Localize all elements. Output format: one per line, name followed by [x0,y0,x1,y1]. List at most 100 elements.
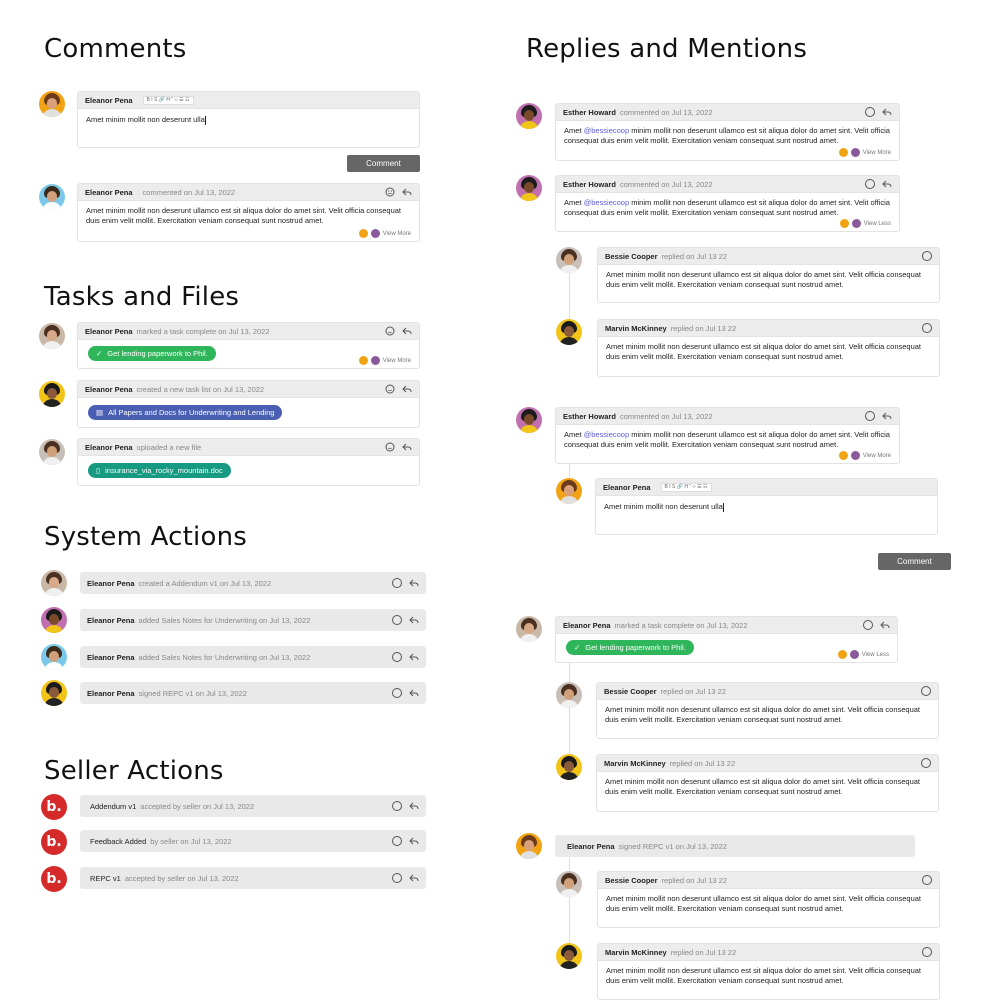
avatar [556,247,582,273]
editor-text[interactable]: Amet minim mollit non deserunt ulla [86,115,205,124]
emoji-icon[interactable] [392,873,402,883]
avatar [556,754,582,780]
view-more-link[interactable]: View More [383,231,411,237]
emoji-icon[interactable] [863,620,873,630]
editor-text[interactable]: Amet minim mollit non deserunt ulla [604,502,723,511]
comment-button[interactable]: Comment [347,155,420,172]
reply-meta: replied on Jul 13 22 [669,758,736,768]
reply-icon[interactable] [409,615,419,625]
body-text: Amet [564,430,584,439]
emoji-icon[interactable] [392,836,402,846]
emoji-icon[interactable] [922,251,932,261]
task-list-card: Eleanor Pena created a new task list on J… [77,380,420,428]
comment-card: Esther Howard commented on Jul 13, 2022 A… [555,103,900,161]
view-less-link[interactable]: View Less [864,221,891,227]
author-name: Eleanor Pena [85,384,133,394]
comment-card: Esther Howard commented on Jul 13, 2022 A… [555,175,900,232]
emoji-icon[interactable] [392,615,402,625]
avatar [516,103,542,129]
author-name: Esther Howard [563,107,616,117]
mention-link[interactable]: @bessiecoop [584,198,630,207]
reply-card: Bessie Cooper replied on Jul 13 22 Amet m… [597,247,940,303]
author-name: Eleanor Pena [85,187,133,197]
avatar [39,323,65,349]
emoji-icon[interactable] [385,326,395,336]
reply-icon[interactable] [402,326,412,336]
reply-icon[interactable] [409,873,419,883]
emoji-icon[interactable] [392,578,402,588]
reply-icon[interactable] [402,442,412,452]
reply-icon[interactable] [409,578,419,588]
author-name: Eleanor Pena [85,326,133,336]
reply-meta: replied on Jul 13 22 [661,251,727,261]
mention-link[interactable]: @bessiecoop [584,430,630,439]
actor-name: Eleanor Pena [567,841,615,851]
view-more-link[interactable]: View More [863,453,891,459]
view-more-link[interactable]: View More [863,150,891,156]
system-action-row: Eleanor Pena added Sales Notes for Underw… [80,609,426,631]
comment-button[interactable]: Comment [878,553,951,570]
reply-icon[interactable] [880,620,890,630]
reply-icon[interactable] [409,652,419,662]
emoji-icon[interactable] [385,187,395,197]
view-less-link[interactable]: View Less [862,652,889,658]
reply-card: Bessie Cooper replied on Jul 13 22 Amet m… [597,871,940,928]
reply-icon[interactable] [402,384,412,394]
section-title-comments: Comments [44,34,187,64]
reply-icon[interactable] [882,411,892,421]
reply-editor[interactable]: Eleanor Pena B I S 🔗 H ” ‹› ☰ ☷ Amet mini… [595,478,938,535]
comment-meta: commented on Jul 13, 2022 [619,107,713,117]
file-label: insurance_via_rocky_mountain.doc [105,466,223,475]
emoji-icon[interactable] [865,107,875,117]
action-meta: added Sales Notes for Underwriting on Ju… [138,652,311,662]
reply-icon[interactable] [409,836,419,846]
emoji-icon[interactable] [921,686,931,696]
file-icon: ▯ [96,466,101,475]
editor-toolbar[interactable]: B I S 🔗 H ” ‹› ☰ ☷ [142,95,194,105]
comment-meta: commented on Jul 13, 2022 [142,187,236,197]
emoji-icon[interactable] [865,179,875,189]
emoji-icon[interactable] [392,652,402,662]
reply-meta: replied on Jul 13 22 [670,947,737,957]
emoji-icon[interactable] [922,323,932,333]
avatar [556,478,582,504]
reply-icon[interactable] [402,187,412,197]
system-action-row: Eleanor Pena created a Addendum v1 on Jul… [80,572,426,594]
emoji-icon[interactable] [392,801,402,811]
task-complete-pill[interactable]: ✓ Get lending paperwork to Phil. [88,346,216,361]
task-list-pill[interactable]: ▤ All Papers and Docs for Underwriting an… [88,405,283,420]
emoji-icon[interactable] [922,875,932,885]
comment-editor[interactable]: Eleanor Pena B I S 🔗 H ” ‹› ☰ ☷ Amet mini… [77,91,420,148]
author-name: Marvin McKinney [605,323,667,333]
task-label: Get lending paperwork to Phil. [107,349,208,358]
reply-icon[interactable] [409,688,419,698]
reply-icon[interactable] [882,107,892,117]
emoji-icon[interactable] [392,688,402,698]
section-title-system: System Actions [44,522,247,552]
avatar [556,871,582,897]
task-complete-pill[interactable]: ✓ Get lending paperwork to Phil. [566,640,694,655]
body-text: Amet [564,198,584,207]
emoji-icon[interactable] [921,758,931,768]
reply-card: Bessie Cooper replied on Jul 13 22 Amet m… [596,682,939,739]
reply-icon[interactable] [882,179,892,189]
emoji-icon[interactable] [865,411,875,421]
emoji-icon[interactable] [385,384,395,394]
editor-toolbar[interactable]: B I S 🔗 H ” ‹› ☰ ☷ [660,482,712,492]
reply-icon[interactable] [409,801,419,811]
avatar [39,91,65,117]
system-action-row: Eleanor Pena added Sales Notes for Underw… [80,646,426,668]
comment-card: Esther Howard commented on Jul 13, 2022 A… [555,407,900,464]
author-name: Bessie Cooper [604,686,657,696]
task-list-label: All Papers and Docs for Underwriting and… [108,408,275,417]
emoji-icon[interactable] [922,947,932,957]
emoji-icon[interactable] [385,442,395,452]
file-pill[interactable]: ▯ insurance_via_rocky_mountain.doc [88,463,231,478]
seller-action-meta: by seller on Jul 13, 2022 [150,836,232,846]
view-more-link[interactable]: View More [383,358,411,364]
author-name: Bessie Cooper [605,875,658,885]
comment-body: Amet minim mollit non deserunt ullamco e… [86,206,402,225]
author-name: Eleanor Pena [603,482,651,492]
mention-link[interactable]: @bessiecoop [584,126,630,135]
comment-card: Eleanor Pena commented on Jul 13, 2022 Am… [77,183,420,242]
